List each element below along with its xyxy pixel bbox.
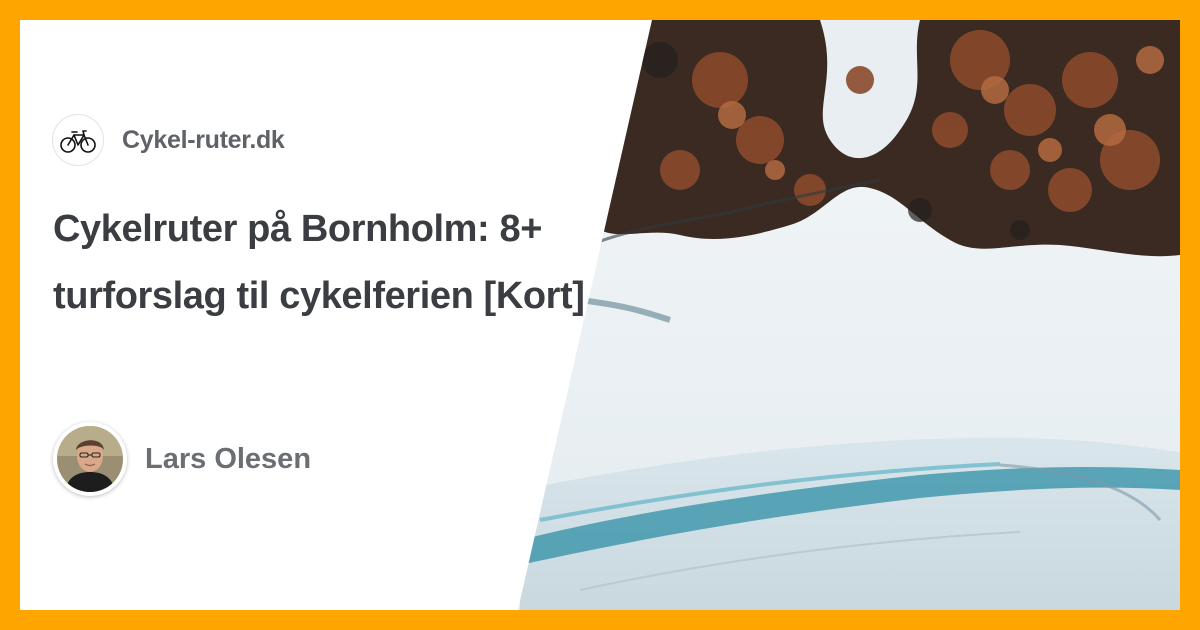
author-byline: Lars Olesen	[53, 422, 311, 496]
author-avatar	[53, 422, 127, 496]
author-portrait	[57, 426, 123, 492]
share-card: Cykel-ruter.dk Cykelruter på Bornholm: 8…	[20, 20, 1180, 610]
site-brand[interactable]: Cykel-ruter.dk	[52, 114, 285, 166]
bicycle-icon	[52, 114, 104, 166]
article-title: Cykelruter på Bornholm: 8+ turforslag ti…	[53, 208, 585, 317]
author-name: Lars Olesen	[145, 442, 312, 475]
site-name[interactable]: Cykel-ruter.dk	[122, 126, 285, 155]
